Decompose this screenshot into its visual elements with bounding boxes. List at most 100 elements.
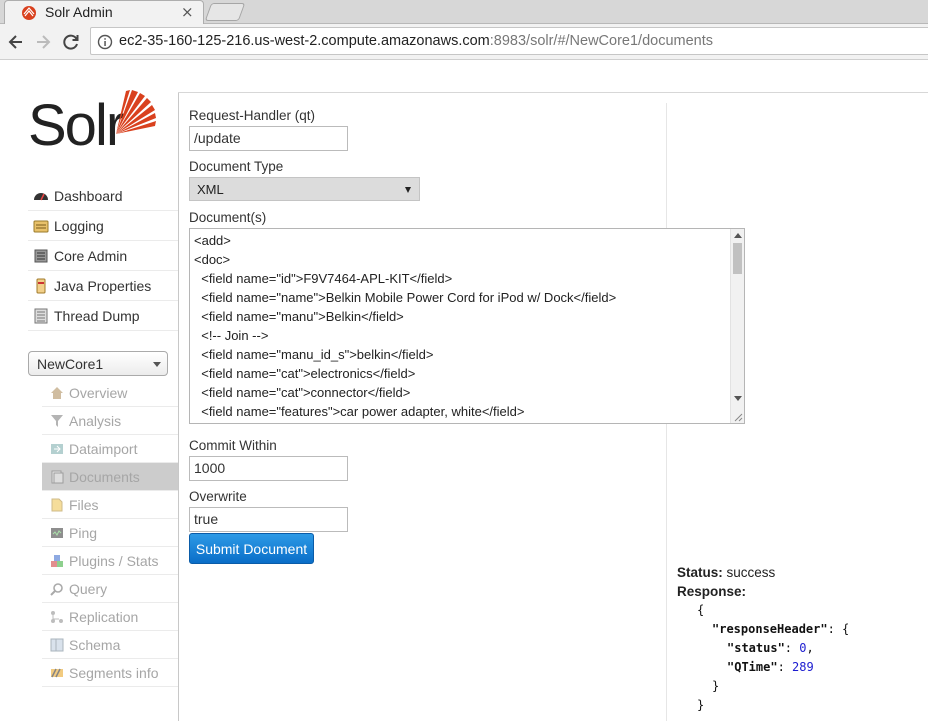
- documents-line: <field name="manu">Belkin</field>: [194, 309, 404, 324]
- browser-toolbar: ec2-35-160-125-216.us-west-2.compute.ama…: [0, 24, 928, 60]
- dashboard-icon: [34, 192, 48, 200]
- query-icon: [50, 582, 63, 596]
- address-bar[interactable]: ec2-35-160-125-216.us-west-2.compute.ama…: [90, 27, 928, 55]
- documents-line: <field name="manu_id_s">belkin</field>: [194, 347, 434, 362]
- info-icon[interactable]: [97, 34, 113, 50]
- document-type-label: Document Type: [189, 159, 284, 174]
- core-menu: Overview Analysis Dataimport Documents F…: [42, 379, 178, 687]
- forward-arrow-icon[interactable]: [32, 31, 54, 53]
- scroll-up-icon[interactable]: [734, 233, 742, 238]
- menu-item-logging[interactable]: Logging: [28, 211, 178, 241]
- json-key: "QTime": [727, 660, 778, 674]
- home-icon: [51, 386, 63, 399]
- submit-document-button[interactable]: Submit Document: [189, 533, 314, 564]
- dropdown-triangle-icon: [405, 187, 411, 193]
- document-type-value: XML: [197, 182, 224, 197]
- json-punct: :: [777, 660, 793, 674]
- menu-label: Core Admin: [54, 247, 128, 264]
- core-menu-label: Ping: [69, 524, 98, 541]
- main-menu: Dashboard Logging Core Admin Java Proper…: [28, 181, 178, 331]
- close-tab-icon[interactable]: ×: [181, 3, 194, 21]
- core-menu-label: Plugins / Stats: [69, 552, 159, 569]
- url-text: ec2-35-160-125-216.us-west-2.compute.ama…: [119, 33, 713, 49]
- solr-sunburst-icon: [116, 90, 156, 134]
- core-menu-label: Segments info: [69, 664, 159, 681]
- replication-icon: [51, 610, 63, 623]
- core-menu-query[interactable]: Query: [42, 575, 178, 603]
- core-menu-documents[interactable]: Documents: [42, 463, 178, 491]
- commit-within-label: Commit Within: [189, 438, 277, 453]
- documents-content: <add> <doc> <field name="id">F9V7464-APL…: [194, 231, 616, 421]
- menu-item-java-properties[interactable]: Java Properties: [28, 271, 178, 301]
- json-number: 289: [792, 660, 814, 674]
- core-menu-ping[interactable]: Ping: [42, 519, 178, 547]
- chevron-down-icon: [153, 362, 161, 367]
- menu-item-thread-dump[interactable]: Thread Dump: [28, 301, 178, 331]
- core-menu-label: Replication: [69, 608, 139, 625]
- solr-favicon-icon: [22, 6, 36, 20]
- menu-label: Java Properties: [54, 277, 152, 294]
- json-key: "status": [727, 641, 785, 655]
- core-selector-value: NewCore1: [37, 356, 104, 372]
- core-menu-label: Dataimport: [69, 440, 138, 457]
- content-top-border: [178, 92, 928, 93]
- documents-textarea[interactable]: <add> <doc> <field name="id">F9V7464-APL…: [189, 228, 745, 424]
- core-selector[interactable]: NewCore1: [28, 351, 168, 376]
- documents-line: <field name="name">Belkin Mobile Power C…: [194, 290, 617, 305]
- menu-item-dashboard[interactable]: Dashboard: [28, 181, 178, 211]
- core-menu-plugins-stats[interactable]: Plugins / Stats: [42, 547, 178, 575]
- segments-icon: [51, 668, 63, 677]
- url-path: :8983/solr/#/NewCore1/documents: [489, 33, 714, 49]
- core-menu-segments-info[interactable]: Segments info: [42, 659, 178, 687]
- overwrite-label: Overwrite: [189, 489, 247, 504]
- menu-label: Logging: [54, 217, 104, 234]
- core-menu-label: Query: [69, 580, 108, 597]
- commit-within-input[interactable]: 1000: [189, 456, 348, 481]
- response-label-line: Response:: [677, 582, 928, 601]
- documents-line: <doc>: [194, 252, 231, 267]
- overwrite-input[interactable]: true: [189, 507, 348, 532]
- url-host: ec2-35-160-125-216.us-west-2.compute.ama…: [119, 33, 490, 49]
- back-arrow-icon[interactable]: [5, 31, 27, 53]
- request-handler-label: Request-Handler (qt): [189, 108, 316, 123]
- core-menu-overview[interactable]: Overview: [42, 379, 178, 407]
- json-punct: : {: [827, 622, 850, 636]
- plugins-icon: [51, 554, 63, 567]
- core-menu-analysis[interactable]: Analysis: [42, 407, 178, 435]
- response-label: Response:: [677, 584, 747, 599]
- document-type-select[interactable]: XML: [189, 177, 420, 201]
- menu-item-core-admin[interactable]: Core Admin: [28, 241, 178, 271]
- dataimport-icon: [51, 443, 63, 454]
- new-tab-button[interactable]: [204, 3, 246, 21]
- content-left-border: [178, 92, 179, 721]
- schema-icon: [50, 638, 64, 651]
- core-menu-label: Documents: [69, 468, 140, 485]
- core-menu-replication[interactable]: Replication: [42, 603, 178, 631]
- java-properties-icon: [36, 278, 46, 293]
- reload-icon[interactable]: [60, 31, 82, 53]
- documents-line: <!-- Join -->: [194, 328, 269, 343]
- documents-line: <add>: [194, 233, 231, 248]
- status-label: Status:: [677, 565, 723, 580]
- solr-logo[interactable]: Solr: [28, 88, 158, 158]
- core-menu-files[interactable]: Files: [42, 491, 178, 519]
- menu-label: Thread Dump: [54, 307, 140, 324]
- json-open: {: [697, 603, 705, 617]
- scroll-down-icon[interactable]: [734, 396, 742, 401]
- request-handler-input[interactable]: /update: [189, 126, 348, 151]
- logging-icon: [33, 220, 49, 232]
- json-status: "status": 0,: [677, 639, 928, 658]
- json-inner-close: }: [712, 679, 720, 693]
- core-menu-schema[interactable]: Schema: [42, 631, 178, 659]
- core-menu-label: Analysis: [69, 412, 122, 429]
- tab-title: Solr Admin: [45, 4, 113, 20]
- menu-label: Dashboard: [54, 187, 123, 204]
- core-menu-label: Overview: [69, 384, 128, 401]
- core-menu-dataimport[interactable]: Dataimport: [42, 435, 178, 463]
- resize-grip-icon[interactable]: [733, 412, 743, 422]
- documents-scrollbar[interactable]: [730, 229, 744, 423]
- scroll-thumb[interactable]: [733, 243, 742, 274]
- browser-tab-solr-admin[interactable]: Solr Admin ×: [4, 0, 204, 24]
- documents-line: <field name="id">F9V7464-APL-KIT</field>: [194, 271, 453, 286]
- thread-dump-icon: [34, 308, 48, 323]
